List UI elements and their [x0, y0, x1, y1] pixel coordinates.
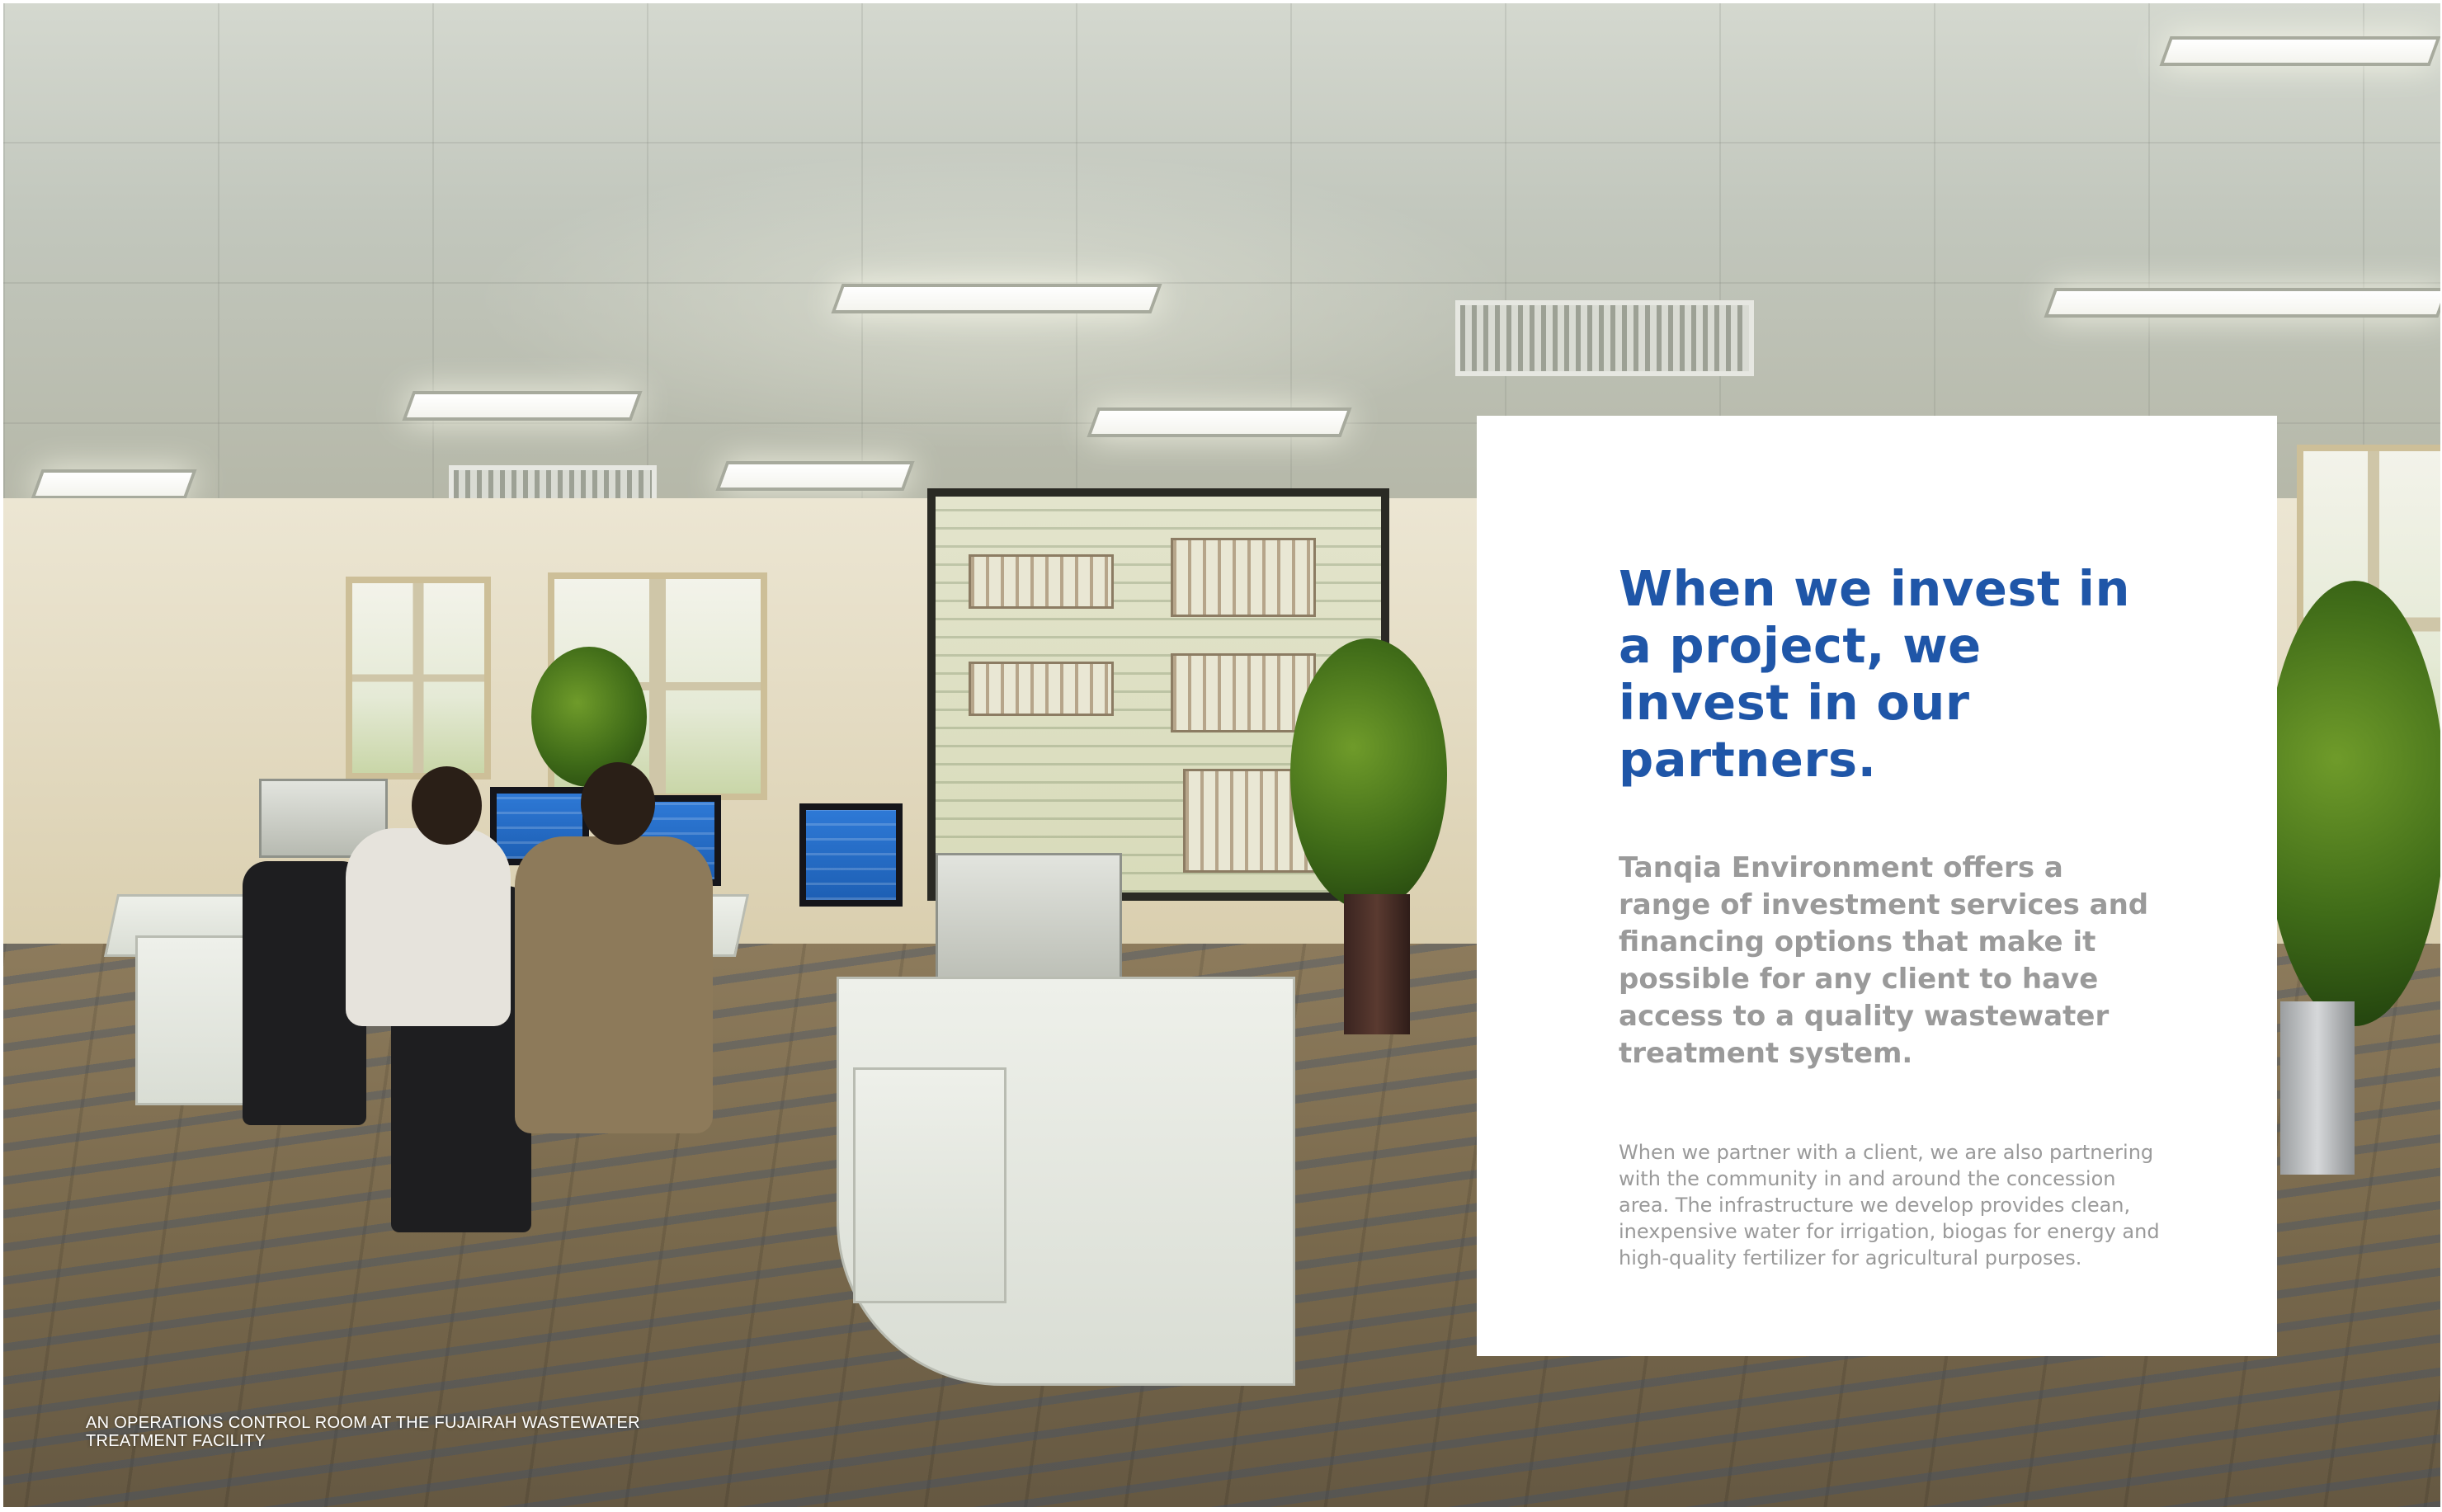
headline: When we invest in a project, we invest i…	[1619, 560, 2130, 788]
process-diagram	[1171, 653, 1316, 732]
air-conditioning-unit	[1455, 300, 1754, 376]
operator-head	[581, 762, 655, 845]
operator-person	[346, 828, 511, 1026]
lead-paragraph: Tanqia Environment offers a range of inv…	[1619, 851, 2149, 1070]
ceiling-light	[402, 391, 643, 421]
plant-pot	[2280, 1001, 2355, 1175]
ceiling-light	[2159, 36, 2440, 66]
plant-pot	[1344, 894, 1410, 1034]
ceiling-light	[715, 461, 915, 491]
brochure-page: AN OPERATIONS CONTROL ROOM AT THE FUJAIR…	[0, 0, 2442, 1512]
ceiling-light	[831, 284, 1162, 313]
photo-caption: AN OPERATIONS CONTROL ROOM AT THE FUJAIR…	[86, 1414, 640, 1450]
potted-plant	[1290, 638, 1447, 911]
process-diagram	[1171, 538, 1316, 617]
window	[346, 577, 491, 780]
ceiling-light	[2044, 288, 2440, 318]
body-paragraph: When we partner with a client, we are al…	[1619, 1141, 2160, 1269]
operator-person	[515, 836, 713, 1133]
computer-monitor	[799, 803, 903, 907]
potted-plant	[2264, 581, 2440, 1026]
desk-drawers	[135, 935, 248, 1105]
process-diagram	[969, 554, 1114, 609]
ceiling-light	[31, 469, 197, 499]
process-diagram	[969, 662, 1114, 716]
ceiling-light	[1087, 407, 1352, 437]
desk-drawers	[853, 1067, 1006, 1303]
text-panel: When we invest in a project, we invest i…	[1477, 416, 2277, 1356]
operator-head	[412, 766, 482, 845]
